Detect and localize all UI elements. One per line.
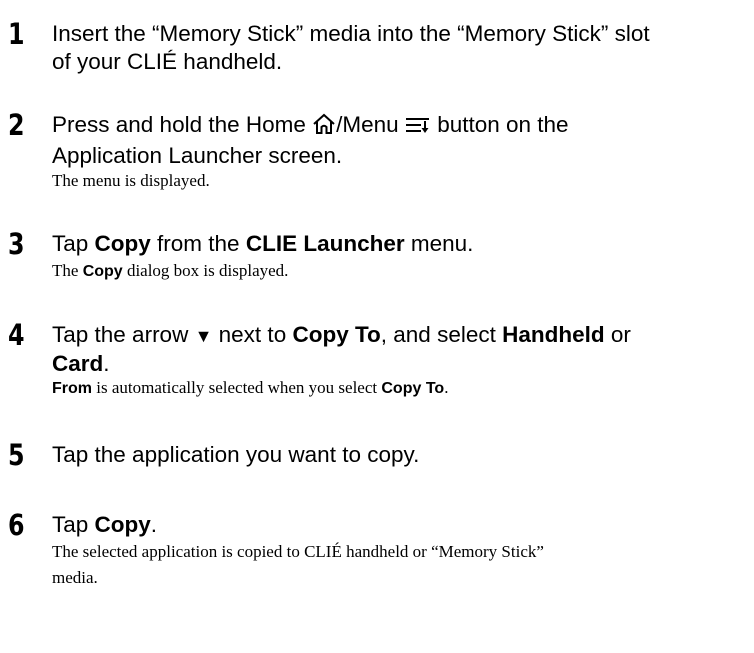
ui-term: Copy To: [381, 380, 445, 397]
step-instruction: Tap the application you want to copy.: [52, 442, 420, 467]
step-result: The selected application is copied to CL…: [52, 539, 544, 591]
instruction-text: Tap the arrow: [52, 322, 195, 347]
instruction-text: Tap: [52, 231, 95, 256]
instruction-text: or: [604, 322, 631, 347]
instruction-line: Insert the “Memory Stick” media into the…: [52, 21, 650, 46]
step-result: From is automatically selected when you …: [52, 375, 448, 402]
menu-icon: [405, 114, 431, 142]
step-result: The Copy dialog box is displayed.: [52, 258, 288, 285]
step-instruction: Insert the “Memory Stick” media into the…: [52, 20, 650, 76]
note-text: .: [444, 378, 449, 397]
ui-term: Copy: [94, 231, 151, 256]
instruction-text: menu.: [404, 231, 474, 256]
instruction-text: /Menu: [336, 112, 405, 137]
ui-term: Card: [52, 351, 104, 376]
instruction-text: button on the: [430, 112, 569, 137]
down-arrow-icon: ▼: [194, 326, 213, 346]
step-instruction: Tap the arrow ▼ next to Copy To, and sel…: [52, 321, 631, 378]
note-text: The: [52, 261, 83, 280]
instruction-text: from the: [150, 231, 246, 256]
note-text: is automatically selected when you selec…: [92, 378, 382, 397]
step-number: 3: [8, 227, 25, 261]
instruction-text: , and select: [380, 322, 503, 347]
instruction-text: Press and hold the Home: [52, 112, 313, 137]
step-instruction: Tap Copy.: [52, 511, 157, 539]
instruction-text: next to: [212, 322, 293, 347]
step-number: 2: [8, 108, 25, 142]
step-number: 5: [8, 438, 25, 472]
instruction-text: .: [150, 512, 158, 537]
ui-term: Copy To: [292, 322, 381, 347]
step-number: 4: [8, 318, 25, 352]
ui-term: CLIE Launcher: [245, 231, 405, 256]
instruction-page: 1 Insert the “Memory Stick” media into t…: [0, 0, 754, 653]
instruction-line: of your CLIÉ handheld.: [52, 49, 283, 74]
instruction-text: Tap: [52, 512, 95, 537]
note-line: The selected application is copied to CL…: [52, 542, 544, 561]
ui-term: Copy: [94, 512, 151, 537]
step-result: The menu is displayed.: [52, 171, 210, 190]
instruction-text: .: [103, 351, 110, 376]
step-number: 6: [8, 508, 25, 542]
note-text: dialog box is displayed.: [122, 261, 289, 280]
step-number: 1: [8, 17, 25, 51]
home-icon: [312, 113, 336, 142]
instruction-line: Application Launcher screen.: [52, 143, 343, 168]
ui-term: Copy: [82, 263, 123, 280]
ui-term: From: [52, 380, 92, 397]
step-instruction: Tap Copy from the CLIE Launcher menu.: [52, 230, 473, 258]
step-instruction: Press and hold the Home /Menu button on …: [52, 111, 569, 170]
note-line: media.: [52, 568, 98, 587]
ui-term: Handheld: [502, 322, 605, 347]
